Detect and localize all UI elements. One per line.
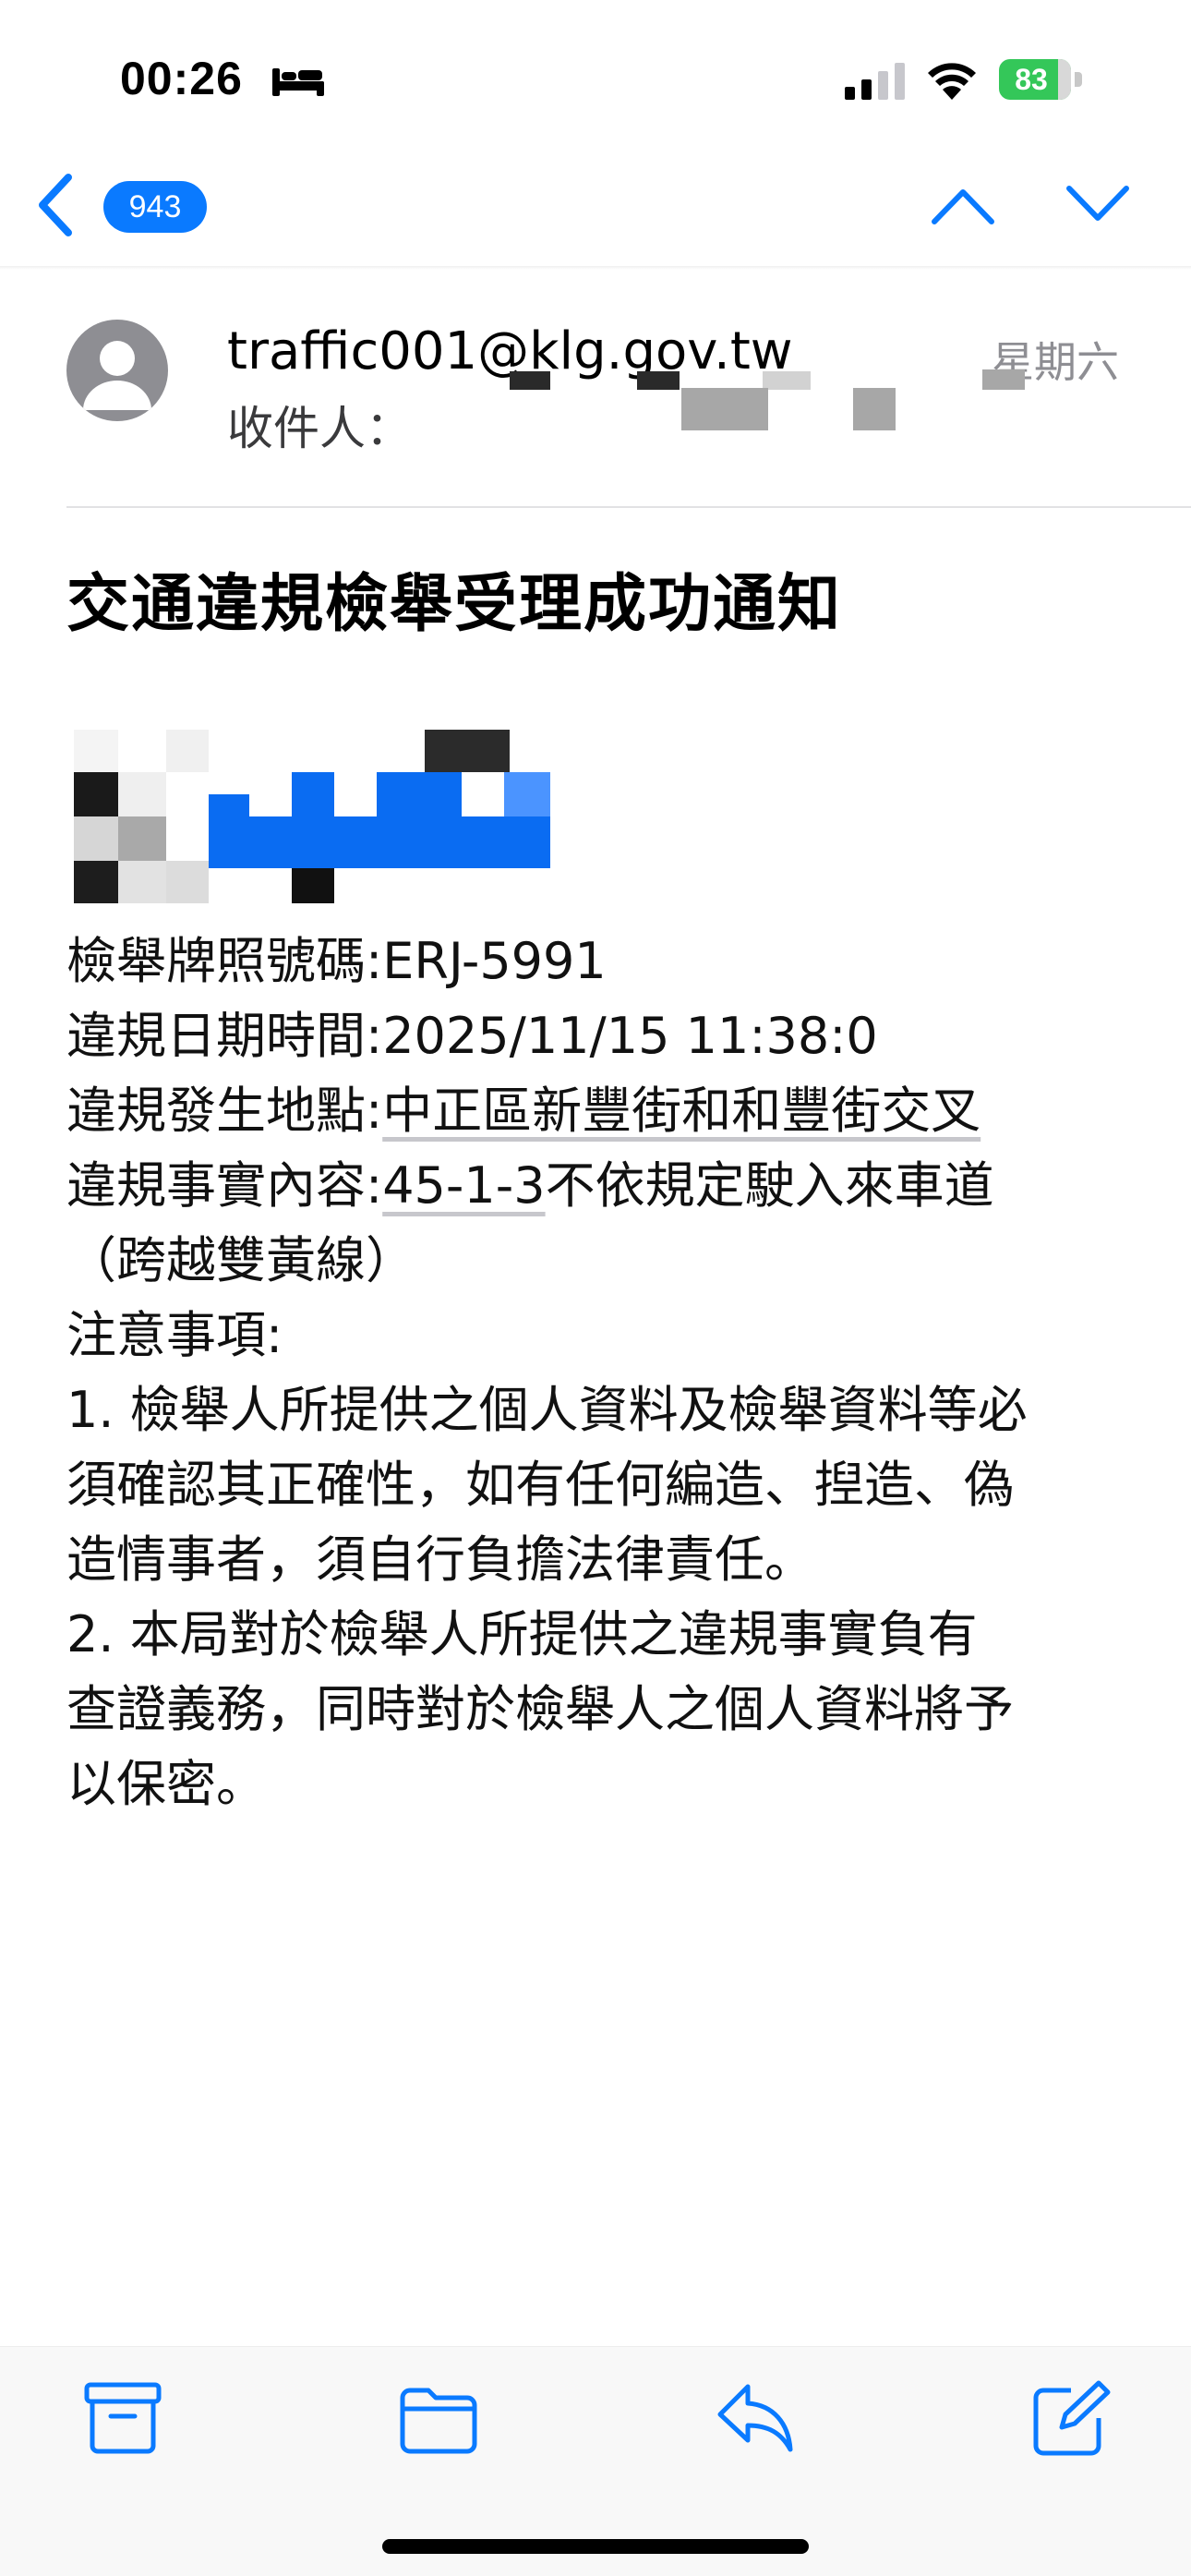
plate-line: 檢舉牌照號碼:ERJ-5991 (66, 924, 1137, 998)
redaction-mark (853, 388, 896, 430)
fact-label: 違規事實內容: (66, 1156, 383, 1215)
redaction-mark (681, 388, 768, 430)
redacted-greeting (74, 730, 554, 905)
recipient-label: 收件人： (227, 402, 412, 455)
datetime-line: 違規日期時間:2025/11/15 11:38:0 (66, 998, 1137, 1073)
note1-line: 造情事者，須自行負擔法律責任。 (66, 1530, 814, 1589)
redaction-mark (763, 371, 811, 390)
compose-icon[interactable] (1030, 2379, 1113, 2457)
nav-divider (0, 266, 1191, 270)
note2-line: 以保密。 (66, 1755, 266, 1813)
note1-line: 須確認其正確性，如有任何編造、揑造、偽 (66, 1456, 1014, 1514)
chevron-left-icon[interactable] (33, 172, 78, 238)
fact-note-line: （跨越雙黃線） (66, 1231, 415, 1289)
folder-icon[interactable] (397, 2379, 480, 2457)
chevron-down-icon[interactable] (1065, 185, 1130, 225)
redaction-mark (510, 371, 550, 390)
fact-code-link[interactable]: 45-1-3 (382, 1156, 545, 1215)
chevron-up-icon[interactable] (931, 185, 995, 225)
fact-value: 不依規定駛入來車道 (545, 1156, 994, 1215)
fact-line: 違規事實內容:45-1-3不依規定駛入來車道 (66, 1148, 1137, 1223)
location-link[interactable]: 中正區新豐街和和豐街交叉 (382, 1082, 980, 1140)
plate-label: 檢舉牌照號碼: (66, 932, 383, 990)
message-subject: 交通違規檢舉受理成功通知 (66, 568, 843, 641)
battery-level: 83 (1015, 63, 1048, 96)
note1-line: 1. 檢舉人所提供之個人資料及檢舉資料等必 (66, 1381, 1028, 1439)
header-divider (66, 506, 1191, 508)
notes-title: 注意事項: (66, 1306, 283, 1364)
note2-line: 2. 本局對於檢舉人所提供之違規事實負有 (66, 1605, 978, 1663)
bed-icon (272, 68, 324, 96)
note2-line: 查證義務，同時對於檢舉人之個人資料將予 (66, 1680, 1014, 1738)
wifi-icon (928, 63, 976, 100)
datetime-value: 2025/11/15 11:38:0 (382, 1007, 878, 1065)
location-line: 違規發生地點:中正區新豐街和和豐街交叉 (66, 1073, 1137, 1148)
location-label: 違規發生地點: (66, 1082, 383, 1140)
battery-icon: 83 (999, 59, 1082, 100)
home-indicator[interactable] (382, 2539, 809, 2554)
redaction-mark (982, 369, 1025, 390)
archive-icon[interactable] (81, 2379, 164, 2457)
sender-avatar[interactable] (66, 320, 168, 421)
cellular-signal-icon (845, 63, 905, 100)
reply-icon[interactable] (713, 2379, 796, 2457)
mail-screen: 00:26 83 943 traffic001@klg.gov.tw 星期六 收… (0, 0, 1191, 2576)
datetime-label: 違規日期時間: (66, 1007, 383, 1065)
redaction-mark (637, 371, 680, 390)
unread-count-badge[interactable]: 943 (103, 181, 207, 233)
message-body: 檢舉牌照號碼:ERJ-5991 違規日期時間:2025/11/15 11:38:… (66, 924, 1137, 1821)
status-time: 00:26 (120, 53, 243, 104)
plate-value: ERJ-5991 (382, 932, 607, 990)
